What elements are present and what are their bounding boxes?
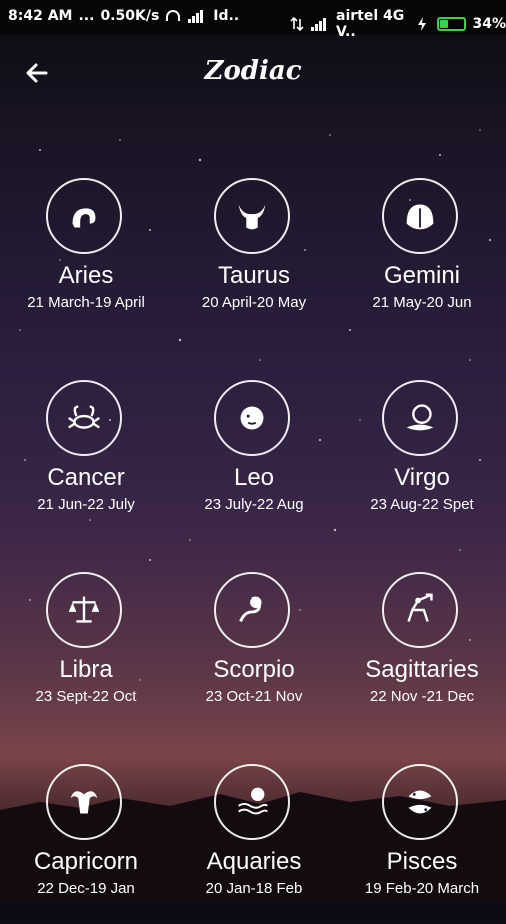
zodiac-item-leo[interactable]: Leo 23 July-22 Aug: [170, 380, 338, 540]
zodiac-item-libra[interactable]: Libra 23 Sept-22 Oct: [2, 572, 170, 732]
zodiac-icon-circle: [46, 178, 122, 254]
zodiac-dates: 22 Nov -21 Dec: [369, 688, 475, 705]
maiden-icon: [406, 404, 434, 431]
zodiac-name: Virgo: [394, 464, 450, 491]
zodiac-name: Aquaries: [206, 848, 302, 875]
zodiac-icon-circle: [382, 764, 458, 840]
zodiac-dates: 21 Jun-22 July: [37, 496, 135, 513]
zodiac-dates: 19 Feb-20 March: [364, 880, 480, 897]
zodiac-item-virgo[interactable]: Virgo 23 Aug-22 Spet: [338, 380, 506, 540]
fish-icon: [408, 790, 432, 814]
zodiac-item-aries[interactable]: Aries 21 March-19 April: [2, 178, 170, 338]
zodiac-name: Gemini: [383, 262, 461, 289]
zodiac-icon-circle: [46, 380, 122, 456]
zodiac-name: Taurus: [217, 262, 291, 289]
zodiac-dates: 21 March-19 April: [27, 294, 145, 311]
zodiac-name: Libra: [59, 656, 113, 683]
zodiac-icon-circle: [382, 380, 458, 456]
zodiac-icon-circle: [214, 572, 290, 648]
zodiac-name: Aries: [58, 262, 114, 289]
bull-head-icon: [238, 204, 266, 230]
zodiac-item-aquaries[interactable]: Aquaries 20 Jan-18 Feb: [170, 764, 338, 924]
zodiac-icon-circle: [46, 764, 122, 840]
zodiac-dates: 23 Aug-22 Spet: [370, 496, 474, 513]
zodiac-icon-circle: [214, 178, 290, 254]
zodiac-item-sagittaries[interactable]: Sagittaries 22 Nov -21 Dec: [338, 572, 506, 732]
ram-head-icon: [72, 208, 96, 228]
crab-icon: [68, 405, 100, 429]
scales-icon: [68, 596, 100, 623]
zodiac-item-capricorn[interactable]: Capricorn 22 Dec-19 Jan: [2, 764, 170, 924]
goat-icon: [70, 791, 98, 814]
zodiac-item-cancer[interactable]: Cancer 21 Jun-22 July: [2, 380, 170, 540]
zodiac-item-scorpio[interactable]: Scorpio 23 Oct-21 Nov: [170, 572, 338, 732]
zodiac-dates: 22 Dec-19 Jan: [37, 880, 135, 897]
zodiac-name: Cancer: [47, 464, 125, 491]
lion-icon: [240, 406, 264, 430]
zodiac-icon-circle: [382, 178, 458, 254]
zodiac-item-gemini[interactable]: Gemini 21 May-20 Jun: [338, 178, 506, 338]
zodiac-dates: 21 May-20 Jun: [372, 294, 472, 311]
zodiac-dates: 23 July-22 Aug: [204, 496, 304, 513]
water-bearer-icon: [238, 787, 268, 815]
zodiac-item-taurus[interactable]: Taurus 20 April-20 May: [170, 178, 338, 338]
zodiac-dates: 23 Oct-21 Nov: [205, 688, 303, 705]
zodiac-grid: Aries 21 March-19 April Taurus 20 April-20 …: [0, 0, 506, 900]
twins-icon: [406, 204, 434, 230]
zodiac-dates: 20 April-20 May: [201, 294, 307, 311]
zodiac-dates: 23 Sept-22 Oct: [35, 688, 137, 705]
zodiac-icon-circle: [214, 764, 290, 840]
zodiac-name: Capricorn: [33, 848, 139, 875]
zodiac-name: Sagittaries: [365, 656, 479, 683]
zodiac-icon-circle: [214, 380, 290, 456]
archer-icon: [407, 593, 433, 622]
scorpion-icon: [239, 596, 262, 623]
zodiac-icon-circle: [46, 572, 122, 648]
zodiac-name: Scorpio: [213, 656, 295, 683]
zodiac-item-pisces[interactable]: Pisces 19 Feb-20 March: [338, 764, 506, 924]
zodiac-icon-circle: [382, 572, 458, 648]
zodiac-name: Pisces: [386, 848, 458, 875]
zodiac-dates: 20 Jan-18 Feb: [205, 880, 303, 897]
zodiac-name: Leo: [233, 464, 275, 491]
